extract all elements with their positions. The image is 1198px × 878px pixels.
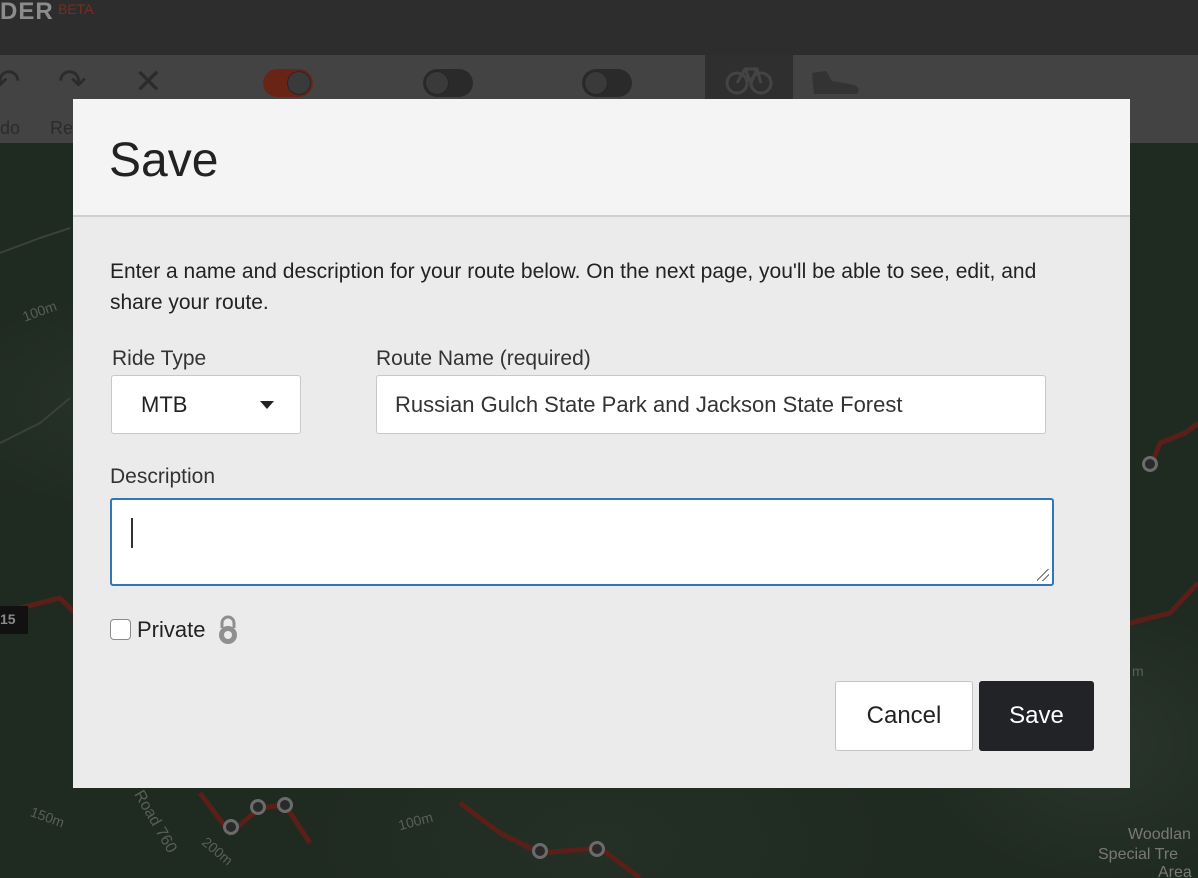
bike-mode-button[interactable] bbox=[705, 55, 793, 99]
description-label: Description bbox=[110, 465, 216, 488]
private-checkbox[interactable] bbox=[110, 619, 131, 640]
beta-badge: BETA bbox=[58, 1, 94, 17]
route-shield: 15 bbox=[0, 606, 28, 634]
route-name-label: Route Name (required) bbox=[376, 347, 591, 370]
shoe-icon[interactable] bbox=[808, 67, 864, 97]
route-waypoint[interactable] bbox=[250, 799, 266, 815]
route-waypoint[interactable] bbox=[277, 797, 293, 813]
app-logo: DER bbox=[0, 0, 54, 25]
toggle-switch-2[interactable] bbox=[423, 69, 473, 97]
redo-icon[interactable]: ↷ bbox=[58, 65, 87, 99]
redo-label[interactable]: Re bbox=[50, 118, 73, 139]
description-textarea[interactable] bbox=[110, 498, 1054, 586]
close-icon[interactable]: ✕ bbox=[134, 65, 163, 99]
toggle-knob bbox=[425, 71, 449, 95]
map-area-label: Area bbox=[1158, 864, 1192, 878]
map-area-label: Woodlan bbox=[1128, 826, 1191, 843]
route-waypoint[interactable] bbox=[223, 819, 239, 835]
map-area-label: Special Tre bbox=[1098, 846, 1179, 863]
map-contour-label: m bbox=[1132, 663, 1144, 679]
undo-icon[interactable]: ↶ bbox=[0, 65, 21, 99]
save-button[interactable]: Save bbox=[979, 681, 1094, 751]
toggle-knob bbox=[287, 71, 311, 95]
toggle-switch-1[interactable] bbox=[263, 69, 313, 97]
route-waypoint[interactable] bbox=[532, 843, 548, 859]
lock-icon bbox=[219, 615, 237, 644]
ride-type-value: MTB bbox=[141, 392, 188, 417]
toggle-knob bbox=[584, 71, 608, 95]
app-header: DER BETA bbox=[0, 0, 1198, 55]
resize-handle-icon[interactable] bbox=[1037, 569, 1049, 581]
dialog-instructions: Enter a name and description for your ro… bbox=[110, 260, 1037, 314]
dialog-title: Save bbox=[109, 134, 219, 187]
save-route-dialog: Save Enter a name and description for yo… bbox=[73, 99, 1130, 788]
route-name-input[interactable] bbox=[376, 375, 1046, 434]
text-cursor bbox=[131, 518, 133, 548]
route-waypoint[interactable] bbox=[1142, 456, 1158, 472]
chevron-down-icon bbox=[260, 401, 274, 409]
route-waypoint[interactable] bbox=[589, 841, 605, 857]
ride-type-label: Ride Type bbox=[112, 347, 207, 370]
ride-type-select[interactable]: MTB bbox=[111, 375, 301, 434]
private-label[interactable]: Private bbox=[137, 617, 205, 643]
bicycle-icon bbox=[725, 67, 773, 95]
dialog-header: Save bbox=[73, 99, 1130, 217]
toggle-switch-3[interactable] bbox=[582, 69, 632, 97]
cancel-button[interactable]: Cancel bbox=[835, 681, 973, 751]
undo-label[interactable]: do bbox=[0, 118, 20, 139]
